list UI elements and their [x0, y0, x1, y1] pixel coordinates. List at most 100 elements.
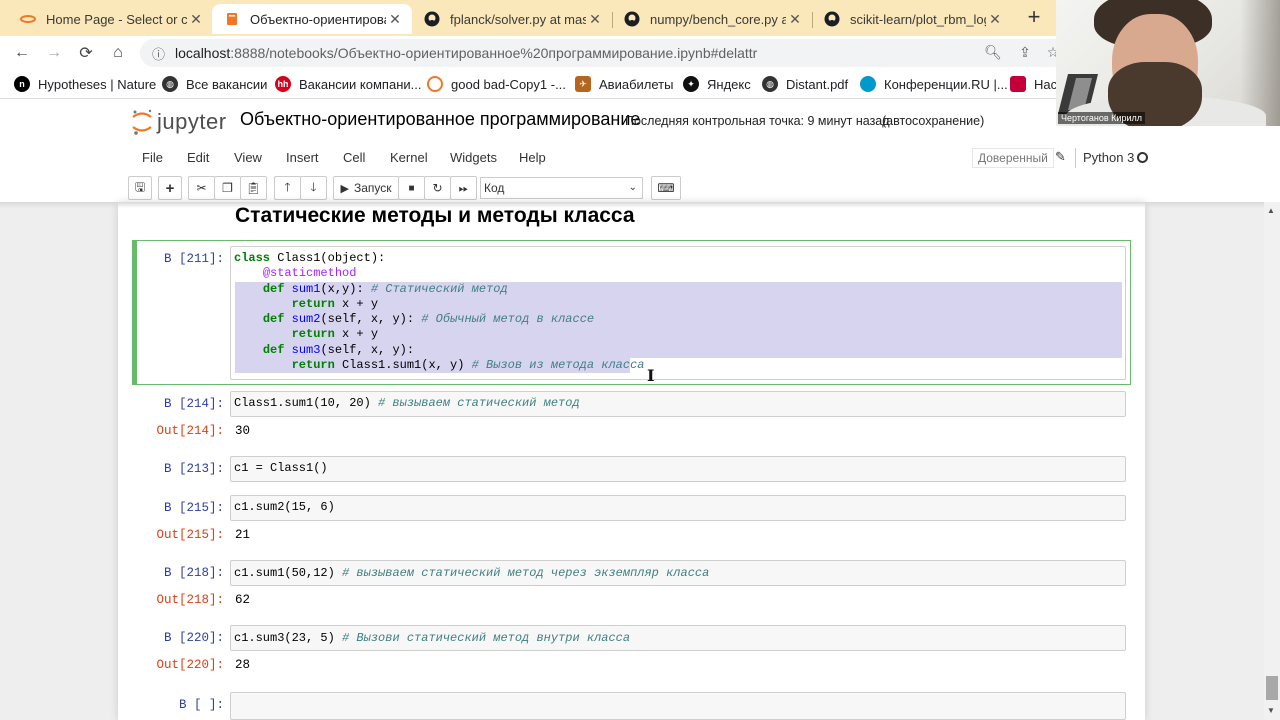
output-prompt: Out[218]:: [156, 593, 224, 607]
bookmark-label: Конференции.RU |...: [884, 76, 1008, 92]
input-prompt: В [214]:: [163, 397, 224, 411]
cell-output: 21: [235, 528, 251, 542]
scrollbar-thumb[interactable]: [1266, 676, 1278, 700]
code-line: def sum1(x,y): # Статический метод: [262, 282, 508, 296]
move-down-button[interactable]: 🡓: [300, 176, 327, 200]
scroll-up-icon[interactable]: ▲: [1267, 206, 1275, 215]
header-shadow: [0, 202, 1280, 208]
input-prompt: В [220]:: [163, 631, 224, 645]
plus-icon: +: [165, 179, 175, 197]
scroll-down-icon[interactable]: ▼: [1267, 706, 1275, 715]
home-icon[interactable]: ⌂: [107, 42, 129, 64]
output-prompt: Out[214]:: [156, 424, 224, 438]
cut-button[interactable]: ✂: [188, 176, 215, 200]
tab-title: scikit-learn/plot_rbm_log: [850, 11, 986, 27]
copy-button[interactable]: ❐: [214, 176, 241, 200]
tab-fplanck[interactable]: fplanck/solver.py at mast ✕: [412, 4, 612, 34]
menu-insert[interactable]: Insert: [286, 150, 319, 165]
bookmark-conferences[interactable]: Конференции.RU |...: [860, 75, 1008, 93]
reload-icon[interactable]: ⟳: [75, 42, 97, 64]
notebook-name[interactable]: Объектно-ориентированное программировани…: [240, 109, 640, 130]
move-up-button[interactable]: 🡑: [274, 176, 301, 200]
zoom-icon[interactable]: 🔍︎: [984, 43, 1002, 61]
yandex-icon: ✦: [683, 76, 699, 92]
back-icon[interactable]: ←: [11, 42, 33, 64]
url-field[interactable]: ⓘ localhost:8888/notebooks/Объектно-орие…: [140, 39, 1070, 67]
tab-numpy[interactable]: numpy/bench_core.py at ✕: [612, 4, 812, 34]
cell-type-select[interactable]: Код ⌄: [480, 177, 643, 199]
restart-run-all-button[interactable]: ⏩︎: [450, 176, 477, 200]
hh-icon: hh: [275, 76, 291, 92]
copy-icon: ❐: [222, 181, 233, 195]
bookmark-nas[interactable]: Нас: [1010, 75, 1057, 93]
close-tab-icon[interactable]: ✕: [386, 11, 404, 28]
menu-cell[interactable]: Cell: [343, 150, 365, 165]
new-tab-button[interactable]: +: [1022, 6, 1046, 30]
tab-notebook[interactable]: Объектно-ориентирован ✕: [212, 4, 412, 34]
code-line: def sum3(self, x, y):: [262, 343, 415, 357]
bookmark-label: Яндекс: [707, 76, 751, 92]
cell-output: 62: [235, 593, 251, 607]
menu-kernel[interactable]: Kernel: [390, 150, 428, 165]
cell-type-value: Код: [484, 181, 505, 195]
tab-title: numpy/bench_core.py at: [650, 11, 786, 27]
menu-help[interactable]: Help: [519, 150, 546, 165]
jupyter-logo-icon: [132, 109, 152, 135]
cell-output: 28: [235, 658, 251, 672]
markdown-heading[interactable]: Статические методы и методы класса: [235, 204, 635, 228]
close-tab-icon[interactable]: ✕: [986, 11, 1004, 28]
paste-icon: 📋︎: [245, 181, 262, 195]
code-line: c1.sum1(50,12) # вызываем статический ме…: [234, 566, 710, 580]
checkpoint-status: Последняя контрольная точка: 9 минут наз…: [625, 114, 890, 128]
jupyter-logo[interactable]: jupyter: [131, 108, 227, 136]
notebook-icon: [224, 11, 240, 27]
menu-edit[interactable]: Edit: [187, 150, 209, 165]
globe-icon: ◍: [162, 76, 178, 92]
bookmark-distant-pdf[interactable]: ◍ Distant.pdf: [762, 75, 848, 93]
bookmark-hh[interactable]: hh Вакансии компани...: [275, 75, 421, 93]
menu-widgets[interactable]: Widgets: [450, 150, 497, 165]
restart-icon: ↻: [432, 181, 443, 195]
bookmark-hypotheses[interactable]: n Hypotheses | Nature: [14, 75, 156, 93]
code-line: return Class1.sum1(x, y) # Вызов из мето…: [291, 358, 645, 372]
arrow-down-icon: 🡓: [310, 179, 317, 194]
close-tab-icon[interactable]: ✕: [187, 11, 205, 28]
jupyter-icon: [427, 76, 443, 92]
interrupt-button[interactable]: ■: [398, 176, 425, 200]
conference-icon: [860, 76, 876, 92]
code-input-213[interactable]: [230, 456, 1126, 482]
run-button[interactable]: ▶ Запуск: [333, 176, 399, 200]
close-tab-icon[interactable]: ✕: [786, 11, 804, 28]
chevron-down-icon: ⌄: [628, 182, 637, 193]
restart-button[interactable]: ↻: [424, 176, 451, 200]
code-line: Class1.sum1(10, 20) # вызываем статическ…: [234, 396, 580, 410]
globe-icon: ◍: [762, 76, 778, 92]
tab-scikit-learn[interactable]: scikit-learn/plot_rbm_log ✕: [812, 4, 1012, 34]
notebook-scrollbar[interactable]: [1264, 202, 1280, 720]
share-icon[interactable]: ⇪: [1016, 43, 1034, 61]
bookmark-good-bad[interactable]: good bad-Copy1 -...: [427, 75, 566, 93]
menu-view[interactable]: View: [234, 150, 262, 165]
save-button[interactable]: 🖫︎: [128, 176, 152, 200]
code-input-215[interactable]: [230, 495, 1126, 521]
trusted-indicator[interactable]: Доверенный: [972, 148, 1054, 168]
insert-cell-button[interactable]: +: [158, 176, 182, 200]
bookmark-label: Вакансии компани...: [299, 76, 422, 92]
bookmark-vacancies[interactable]: ◍ Все вакансии: [162, 75, 267, 93]
forward-icon[interactable]: →: [43, 42, 65, 64]
paste-button[interactable]: 📋︎: [240, 176, 267, 200]
bookmark-label: Авиабилеты: [599, 76, 674, 92]
menu-file[interactable]: File: [142, 150, 163, 165]
command-palette-button[interactable]: ⌨: [651, 176, 681, 200]
close-tab-icon[interactable]: ✕: [586, 11, 604, 28]
plane-icon: ✈: [575, 76, 591, 92]
bookmark-yandex[interactable]: ✦ Яндекс: [683, 75, 751, 93]
url-path: :8888/notebooks/Объектно-ориентированное…: [230, 45, 758, 61]
output-prompt: Out[215]:: [156, 528, 224, 542]
tab-home-page[interactable]: Home Page - Select or cre ✕: [8, 4, 213, 34]
site-info-icon[interactable]: ⓘ: [152, 44, 165, 63]
bookmark-label: Все вакансии: [186, 76, 268, 92]
bookmark-aviabilety[interactable]: ✈ Авиабилеты: [575, 75, 673, 93]
pencil-icon[interactable]: ✎: [1055, 149, 1066, 165]
code-input-empty[interactable]: [230, 692, 1126, 720]
